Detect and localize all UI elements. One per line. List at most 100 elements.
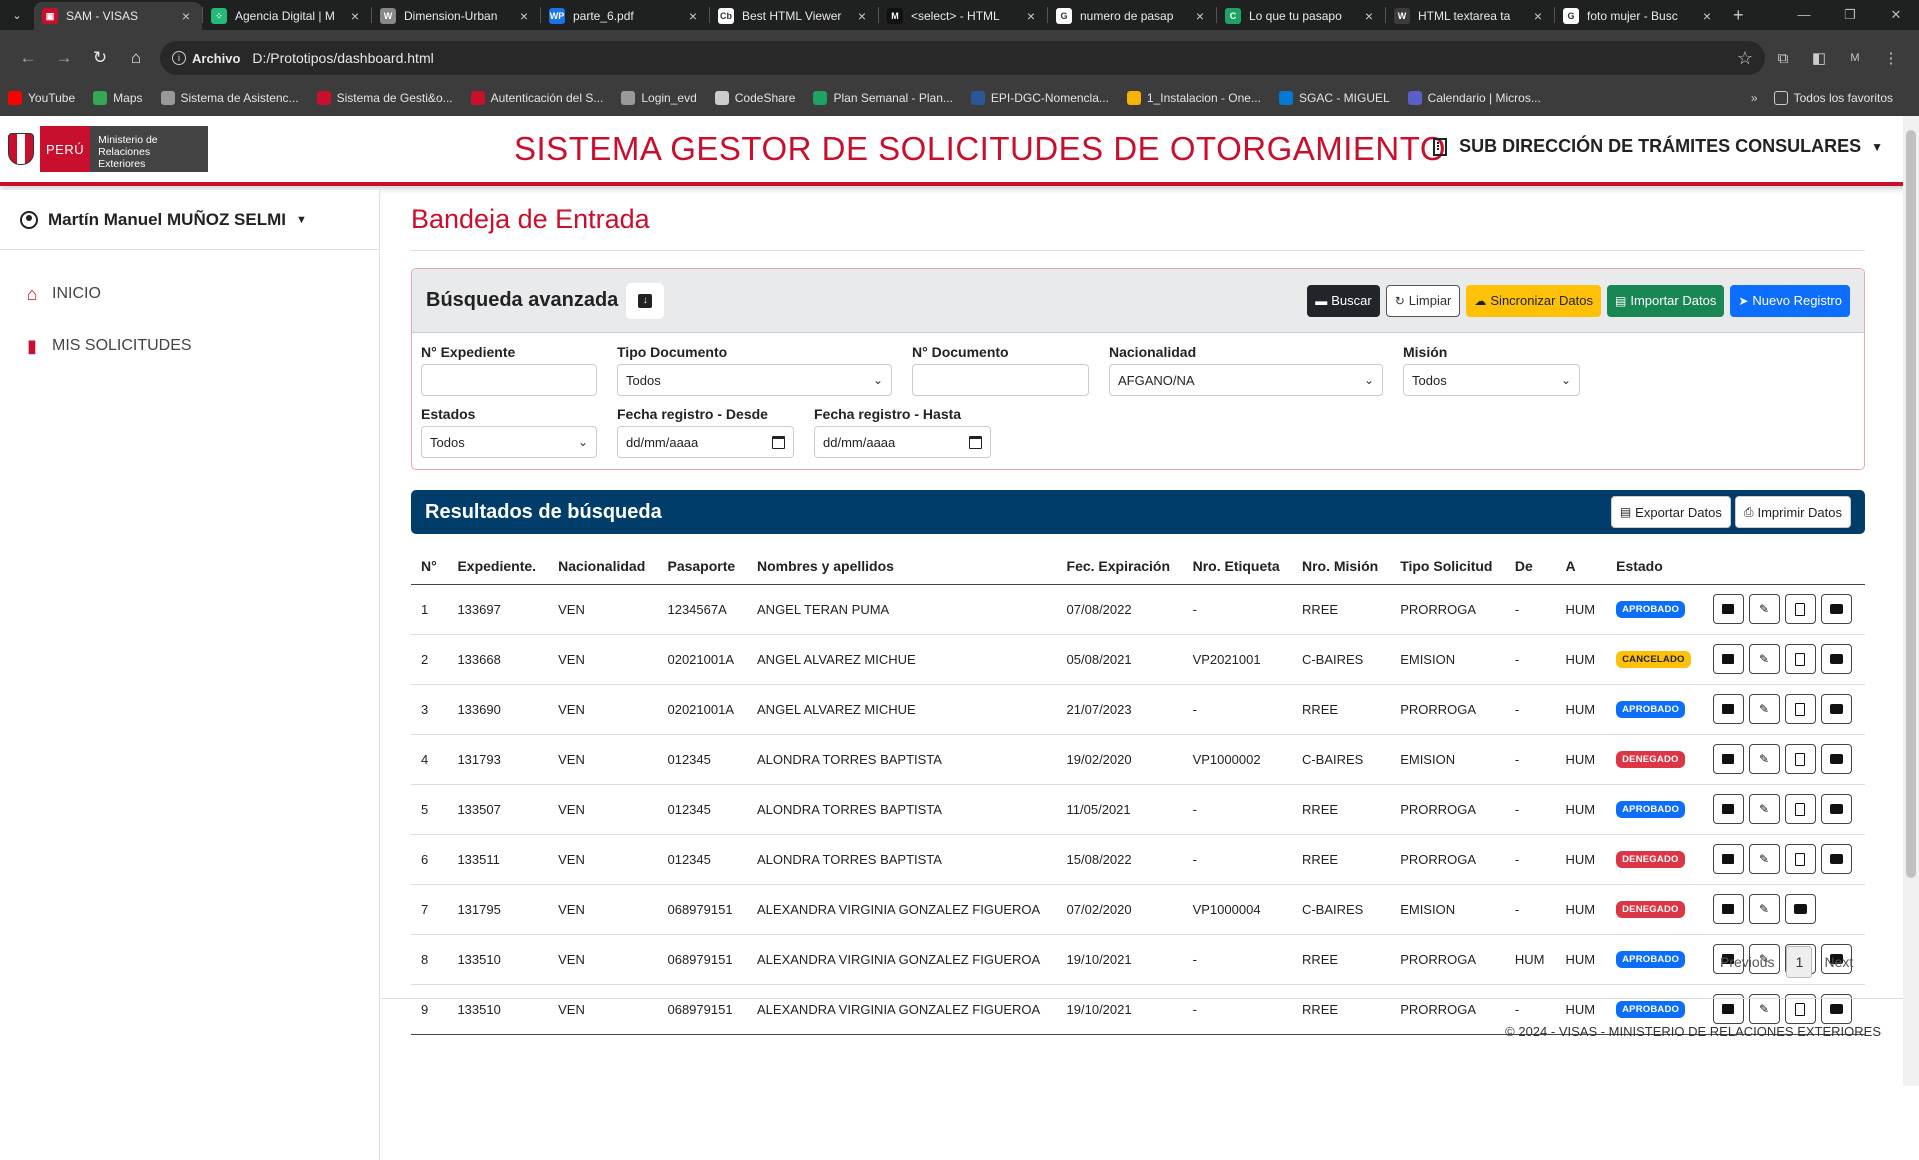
browser-tab[interactable]: M <select> - HTML ×	[879, 2, 1047, 30]
browser-tab[interactable]: C Lo que tu pasapo ×	[1217, 2, 1385, 30]
sidebar-item-mis-solicitudes[interactable]: ▮ MIS SOLICITUDES	[0, 320, 379, 372]
edit-button[interactable]: ✎	[1748, 794, 1780, 824]
bookmarks-overflow-icon[interactable]: »	[1751, 91, 1758, 105]
open-folder-button[interactable]	[1712, 594, 1744, 624]
edit-button[interactable]: ✎	[1748, 844, 1780, 874]
browser-tab[interactable]: Gnumero de pasap ×	[1048, 2, 1216, 30]
browser-tab[interactable]: WP parte_6.pdf ×	[541, 2, 709, 30]
bookmark-item[interactable]: Login_evd	[621, 91, 697, 105]
open-folder-button[interactable]	[1712, 844, 1744, 874]
bookmark-item[interactable]: CodeShare	[714, 91, 795, 105]
bookmark-item[interactable]: Calendario | Micros...	[1407, 91, 1541, 105]
comment-button[interactable]	[1784, 894, 1816, 924]
nacionalidad-select[interactable]: AFGANO/NA ⌄	[1109, 364, 1383, 396]
minimize-icon[interactable]: —	[1781, 0, 1827, 30]
calendar-icon[interactable]	[969, 435, 982, 449]
bookmark-item[interactable]: Maps	[93, 91, 143, 105]
pdf-button[interactable]	[1784, 794, 1816, 824]
tipo-documento-select[interactable]: Todos ⌄	[617, 364, 892, 396]
estados-select[interactable]: Todos ⌄	[421, 426, 597, 458]
mision-select[interactable]: Todos ⌄	[1403, 364, 1580, 396]
pdf-button[interactable]	[1784, 644, 1816, 674]
pdf-button[interactable]	[1784, 744, 1816, 774]
url-text[interactable]: D:/Prototipos/dashboard.html	[252, 50, 433, 66]
comment-button[interactable]	[1820, 594, 1852, 624]
clear-button[interactable]: ↻ Limpiar	[1385, 284, 1461, 317]
next-page-button[interactable]: Next	[1824, 954, 1853, 970]
bookmark-item[interactable]: Sistema de Asistenc...	[160, 91, 299, 105]
open-folder-button[interactable]	[1712, 644, 1744, 674]
forward-icon[interactable]: →	[46, 48, 82, 68]
scrollbar-thumb[interactable]	[1906, 130, 1916, 878]
print-data-button[interactable]: ⎙ Imprimir Datos	[1734, 496, 1851, 528]
comment-button[interactable]	[1820, 794, 1852, 824]
bookmark-item[interactable]: Sistema de Gesti&o...	[316, 91, 453, 105]
close-window-icon[interactable]: ✕	[1873, 0, 1919, 30]
current-page-button[interactable]: 1	[1786, 946, 1813, 978]
comment-button[interactable]	[1820, 694, 1852, 724]
tab-search-icon[interactable]: ⌄	[0, 0, 34, 30]
all-bookmarks-folder[interactable]: Todos los favoritos	[1773, 91, 1893, 105]
browser-menu-icon[interactable]: ⋮	[1873, 49, 1909, 67]
tab-close-icon[interactable]: ×	[1530, 8, 1546, 24]
edit-button[interactable]: ✎	[1748, 594, 1780, 624]
comment-button[interactable]	[1820, 744, 1852, 774]
tab-close-icon[interactable]: ×	[854, 8, 870, 24]
sync-data-button[interactable]: ☁ Sincronizar Datos	[1466, 284, 1601, 317]
export-data-button[interactable]: ▤ Exportar Datos	[1610, 496, 1731, 528]
bookmark-item[interactable]: 1_Instalacion - One...	[1126, 91, 1261, 105]
user-menu[interactable]: Martín Manuel MUÑOZ SELMI ▼	[0, 190, 379, 250]
edit-button[interactable]: ✎	[1748, 894, 1780, 924]
bookmark-item[interactable]: Autenticación del S...	[470, 91, 603, 105]
tab-close-icon[interactable]: ×	[1361, 8, 1377, 24]
bookmark-item[interactable]: EPI-DGC-Nomencla...	[970, 91, 1109, 105]
browser-tab[interactable]: W HTML textarea ta ×	[1386, 2, 1554, 30]
address-bar[interactable]: i Archivo D:/Prototipos/dashboard.html ☆	[160, 41, 1765, 75]
tab-close-icon[interactable]: ×	[516, 8, 532, 24]
tab-close-icon[interactable]: ×	[685, 8, 701, 24]
search-button[interactable]: ▬ Buscar	[1307, 284, 1380, 317]
tab-close-icon[interactable]: ×	[347, 8, 363, 24]
back-icon[interactable]: ←	[10, 48, 46, 68]
open-folder-button[interactable]	[1712, 794, 1744, 824]
side-panel-icon[interactable]: ◧	[1801, 49, 1837, 67]
bookmark-item[interactable]: Plan Semanal - Plan...	[813, 91, 953, 105]
import-data-button[interactable]: ▤ Importar Datos	[1607, 284, 1725, 317]
page-scrollbar[interactable]	[1903, 116, 1919, 1086]
open-folder-button[interactable]	[1712, 744, 1744, 774]
sidebar-item-inicio[interactable]: ⌂ INICIO	[0, 268, 379, 320]
fecha-desde-input[interactable]: dd/mm/aaaa	[617, 426, 794, 458]
reload-icon[interactable]: ↻	[82, 48, 118, 68]
restore-icon[interactable]: ❐	[1827, 0, 1873, 30]
comment-button[interactable]	[1820, 644, 1852, 674]
edit-button[interactable]: ✎	[1748, 694, 1780, 724]
comment-button[interactable]	[1820, 844, 1852, 874]
nro-documento-input[interactable]	[912, 364, 1089, 396]
pdf-button[interactable]	[1784, 844, 1816, 874]
browser-tab[interactable]: W Dimension-Urban ×	[372, 2, 540, 30]
profile-avatar[interactable]: M	[1837, 52, 1873, 64]
bookmark-star-icon[interactable]: ☆	[1737, 48, 1753, 69]
ministry-logo[interactable]: PERÚ Ministerio de Relaciones Exteriores	[4, 126, 209, 172]
new-record-button[interactable]: ➤ Nuevo Registro	[1730, 284, 1850, 317]
edit-button[interactable]: ✎	[1748, 744, 1780, 774]
pdf-button[interactable]	[1784, 694, 1816, 724]
tab-close-icon[interactable]: ×	[178, 8, 194, 24]
extensions-icon[interactable]: ⧉	[1765, 50, 1801, 67]
subdirection-dropdown[interactable]: SUB DIRECCIÓN DE TRÁMITES CONSULARES ▼	[1433, 136, 1883, 157]
fecha-hasta-input[interactable]: dd/mm/aaaa	[814, 426, 991, 458]
pdf-button[interactable]	[1784, 594, 1816, 624]
tab-close-icon[interactable]: ×	[1192, 8, 1208, 24]
tab-close-icon[interactable]: ×	[1023, 8, 1039, 24]
browser-tab[interactable]: Cb Best HTML Viewer ×	[710, 2, 878, 30]
calendar-icon[interactable]	[772, 435, 785, 449]
previous-page-button[interactable]: Previous	[1720, 954, 1774, 970]
browser-tab[interactable]: ⁘ Agencia Digital | M ×	[203, 2, 371, 30]
new-tab-button[interactable]: +	[1723, 5, 1754, 26]
browser-tab[interactable]: Gfoto mujer - Busc ×	[1555, 2, 1723, 30]
bookmark-item[interactable]: YouTube	[8, 91, 75, 105]
bookmark-item[interactable]: SGAC - MIGUEL	[1278, 91, 1390, 105]
home-button-icon[interactable]: ⌂	[118, 48, 154, 68]
open-folder-button[interactable]	[1712, 894, 1744, 924]
browser-tab[interactable]: ▣ SAM - VISAS ×	[34, 2, 202, 30]
